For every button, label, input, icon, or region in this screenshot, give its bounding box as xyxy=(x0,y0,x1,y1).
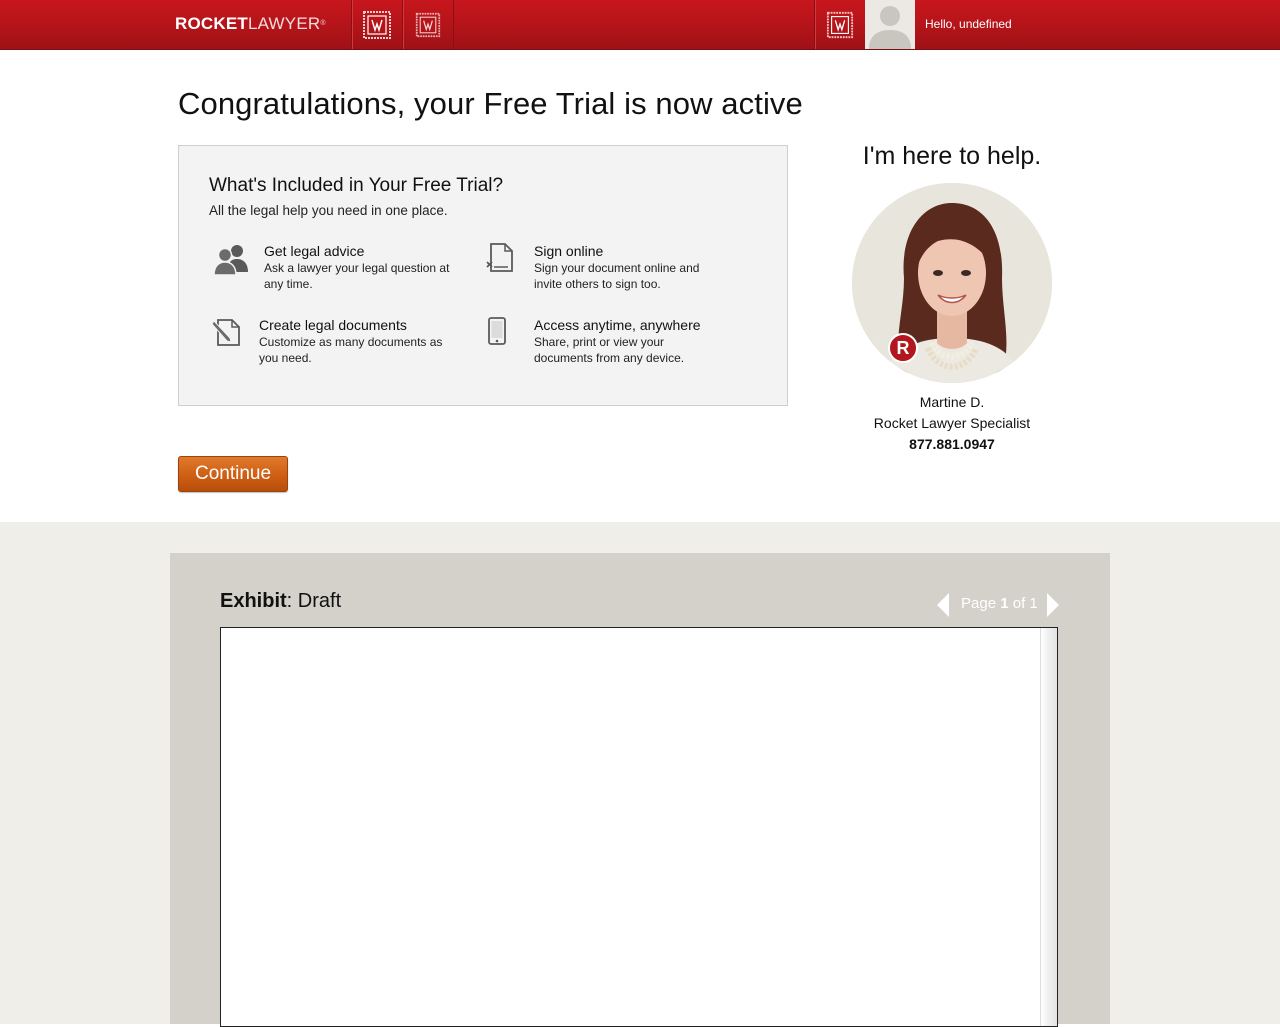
document-status: : Draft xyxy=(286,590,342,612)
document-scroll-shadow xyxy=(1040,628,1057,1026)
feature-access-anywhere: Access anytime, anywhere Share, print or… xyxy=(485,316,725,366)
mobile-device-icon xyxy=(488,317,506,345)
feature-title: Access anytime, anywhere xyxy=(534,317,701,333)
user-greeting[interactable]: Hello, undefined xyxy=(925,17,1012,31)
user-avatar[interactable] xyxy=(865,0,915,49)
document-label: Exhibit xyxy=(220,590,287,612)
rocket-lawyer-logo[interactable]: ROCKETLAWYER® xyxy=(175,14,326,34)
nav-seal-button-1[interactable] xyxy=(351,0,402,49)
feature-description: Sign your document online and invite oth… xyxy=(534,261,700,291)
legal-seal-icon xyxy=(363,10,391,39)
edit-document-icon xyxy=(211,319,240,346)
specialist-portrait-image xyxy=(852,183,1052,383)
page-title: Congratulations, your Free Trial is now … xyxy=(178,86,803,121)
features-heading: What's Included in Your Free Trial? xyxy=(209,175,504,196)
feature-title: Get legal advice xyxy=(264,243,365,259)
page-total: of 1 xyxy=(1012,595,1038,612)
next-page-arrow-icon[interactable] xyxy=(1046,593,1060,617)
feature-sign-online: Sign online Sign your document online an… xyxy=(485,242,725,292)
continue-button[interactable]: Continue xyxy=(178,456,288,492)
legal-seal-icon xyxy=(826,11,854,38)
feature-description: Share, print or view your documents from… xyxy=(534,335,685,365)
sign-document-icon xyxy=(486,243,513,272)
legal-seal-icon xyxy=(415,12,441,37)
specialist-phone[interactable]: 877.881.0947 xyxy=(802,436,1102,452)
user-silhouette-icon xyxy=(865,0,915,49)
page-pager: Page 1 of 1 xyxy=(936,593,1060,617)
top-navigation-bar: ROCKETLAWYER® Hello, undefined xyxy=(0,0,1280,50)
features-subheading: All the legal help you need in one place… xyxy=(209,203,448,218)
feature-description: Ask a lawyer your legal question at any … xyxy=(264,261,450,291)
logo-bold-text: ROCKET xyxy=(175,14,248,33)
current-page-number: 1 xyxy=(1000,595,1009,612)
feature-create-documents: Create legal documents Customize as many… xyxy=(211,316,461,366)
specialist-photo xyxy=(852,183,1052,383)
page-indicator: Page 1 of 1 xyxy=(961,595,1038,612)
feature-description: Customize as many documents as you need. xyxy=(259,335,443,365)
specialist-name: Martine D. xyxy=(919,394,985,410)
feature-title: Create legal documents xyxy=(259,317,407,333)
help-heading: I'm here to help. xyxy=(862,142,1042,170)
specialist-role: Rocket Lawyer Specialist xyxy=(873,415,1031,431)
free-trial-features-box: What's Included in Your Free Trial? All … xyxy=(178,145,788,406)
logo-light-text: LAWYER xyxy=(247,14,321,33)
document-title: Exhibit: Draft xyxy=(220,590,341,613)
people-icon xyxy=(213,245,248,276)
previous-page-arrow-icon[interactable] xyxy=(936,593,950,617)
nav-seal-button-3[interactable] xyxy=(814,0,865,49)
rocket-lawyer-badge-icon: R xyxy=(888,333,918,363)
logo-mark: ® xyxy=(320,20,326,27)
document-page[interactable] xyxy=(220,627,1058,1027)
feature-legal-advice: Get legal advice Ask a lawyer your legal… xyxy=(213,242,463,292)
nav-seal-button-2[interactable] xyxy=(402,0,454,49)
page-word: Page xyxy=(961,595,997,612)
feature-title: Sign online xyxy=(534,243,604,259)
